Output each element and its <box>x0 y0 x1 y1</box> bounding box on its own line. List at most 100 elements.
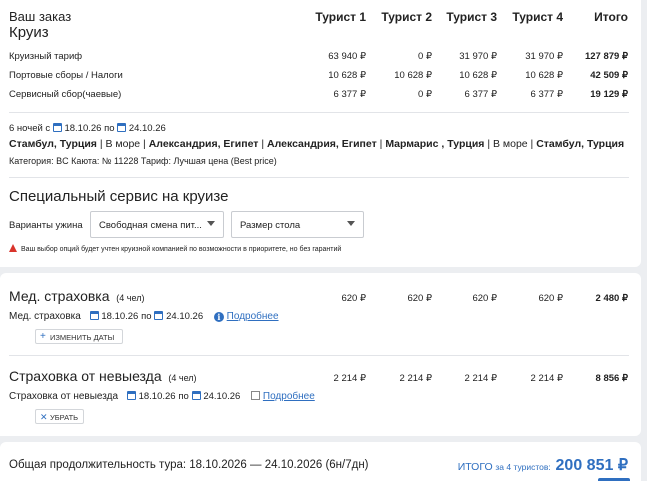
grand-total: ИТОГО за 4 туристов: 200 851 ₽ <box>458 455 628 475</box>
date-from: 18.10.26 <box>138 391 176 402</box>
title-text: Мед. страховка <box>9 288 110 304</box>
by-text: по <box>104 123 115 134</box>
cell: 2 214 ₽ <box>464 373 497 384</box>
dinner-select[interactable]: Свободная смена пит... <box>90 211 224 238</box>
divider <box>9 355 629 356</box>
cell-total: 127 879 ₽ <box>584 51 628 62</box>
chevron-down-icon <box>347 221 355 226</box>
info-icon: i <box>213 312 224 322</box>
total-card: Общая продолжительность тура: 18.10.2026… <box>0 442 641 481</box>
port: Александрия, Египет <box>267 138 377 150</box>
port: Александрия, Египет <box>148 138 259 150</box>
cell: 63 940 ₽ <box>328 51 366 62</box>
row-label: Сервисный сбор(чаевые) <box>9 89 122 100</box>
warning-note: Ваш выбор опций будет учтен круизной ком… <box>9 244 341 253</box>
med-insurance-title: Мед. страховка (4 чел) <box>9 288 144 304</box>
dinner-select-value: Свободная смена пит... <box>99 220 202 231</box>
dinner-label: Варианты ужина <box>9 220 83 231</box>
details-link[interactable]: Подробнее <box>227 311 279 322</box>
button-label: УБРАТЬ <box>50 413 79 422</box>
col-tourist-2: Турист 2 <box>381 10 432 24</box>
cell-total: 19 129 ₽ <box>590 89 628 100</box>
cell: 620 ₽ <box>341 293 366 304</box>
service-title: Специальный сервис на круизе <box>9 188 229 205</box>
col-total: Итого <box>594 10 628 24</box>
cell: 2 214 ₽ <box>399 373 432 384</box>
cruise-dates: 6 ночей с 18.10.26 по 24.10.26 <box>9 123 166 134</box>
cell: 0 ₽ <box>418 51 432 62</box>
change-dates-button[interactable]: + ИЗМЕНИТЬ ДАТЫ <box>35 329 123 344</box>
cell: 620 ₽ <box>407 293 432 304</box>
port: Стамбул, Турция <box>9 138 97 150</box>
cell: 6 377 ₽ <box>333 89 366 100</box>
tour-duration: Общая продолжительность тура: 18.10.2026… <box>9 459 369 471</box>
col-tourist-3: Турист 3 <box>446 10 497 24</box>
divider <box>9 177 629 178</box>
details-link[interactable]: Подробнее <box>263 391 315 402</box>
remove-button[interactable]: ✕ УБРАТЬ <box>35 409 84 424</box>
cancel-insurance-title: Страховка от невыезда (4 чел) <box>9 368 197 384</box>
cell: 31 970 ₽ <box>525 51 563 62</box>
warning-text: Ваш выбор опций будет учтен круизной ком… <box>21 246 342 253</box>
calendar-icon <box>89 311 99 320</box>
date-to: 24.10.26 <box>166 311 204 322</box>
route-sep: | В море | <box>484 138 537 150</box>
cancel-insurance-details: Страховка от невыезда 18.10.26 по 24.10.… <box>9 391 315 402</box>
route-sep: | В море | <box>96 138 149 150</box>
total-for: за 4 туристов: <box>495 462 551 472</box>
calendar-icon <box>126 391 136 400</box>
count-text: (4 чел) <box>168 373 197 383</box>
cell: 2 214 ₽ <box>530 373 563 384</box>
title-text: Страховка от невыезда <box>9 368 162 384</box>
cell: 6 377 ₽ <box>530 89 563 100</box>
cell: 620 ₽ <box>538 293 563 304</box>
checkbox-icon[interactable] <box>251 391 261 400</box>
cell: 10 628 ₽ <box>394 70 432 81</box>
date-to: 24.10.26 <box>203 391 241 402</box>
col-tourist-4: Турист 4 <box>512 10 563 24</box>
cell: 620 ₽ <box>472 293 497 304</box>
cell: 10 628 ₽ <box>328 70 366 81</box>
cell: 31 970 ₽ <box>459 51 497 62</box>
order-title: Ваш заказ <box>9 9 72 24</box>
table-size-select[interactable]: Размер стола <box>231 211 364 238</box>
table-size-value: Размер стола <box>240 220 301 231</box>
total-value: 200 851 ₽ <box>555 457 628 474</box>
cell: 10 628 ₽ <box>525 70 563 81</box>
plus-icon: + <box>40 331 46 342</box>
button-label: ИЗМЕНИТЬ ДАТЫ <box>50 333 115 342</box>
port: Стамбул, Турция <box>536 138 625 150</box>
chevron-down-icon <box>207 221 215 226</box>
insurance-card: Мед. страховка (4 чел) 620 ₽ 620 ₽ 620 ₽… <box>0 273 641 436</box>
row-label: Круизный тариф <box>9 51 83 62</box>
route-sep: | <box>258 138 268 150</box>
order-card: Ваш заказ Круиз Турист 1 Турист 2 Турист… <box>0 0 641 267</box>
cruise-route: Стамбул, Турция | В море | Александрия, … <box>9 138 624 150</box>
sub-label: Страховка от невыезда <box>9 391 119 402</box>
cell: 10 628 ₽ <box>459 70 497 81</box>
calendar-icon <box>191 391 201 400</box>
order-subtitle: Круиз <box>9 24 49 41</box>
sub-label: Мед. страховка <box>9 311 81 322</box>
row-label: Портовые сборы / Налоги <box>9 70 123 81</box>
calendar-icon <box>154 311 164 320</box>
count-text: (4 чел) <box>116 293 145 303</box>
cabin-info: Категория: BC Каюта: № 11228 Тариф: Лучш… <box>9 156 277 166</box>
nights-text: 6 ночей с <box>9 123 51 134</box>
calendar-icon <box>117 123 127 132</box>
date-to: 24.10.26 <box>128 123 166 134</box>
cell: 2 214 ₽ <box>333 373 366 384</box>
cell-total: 2 480 ₽ <box>595 293 628 304</box>
total-label: ИТОГО <box>457 461 493 473</box>
close-icon: ✕ <box>40 412 48 422</box>
date-from: 18.10.26 <box>64 123 102 134</box>
col-tourist-1: Турист 1 <box>315 10 366 24</box>
cell-total: 8 856 ₽ <box>595 373 628 384</box>
cell-total: 42 509 ₽ <box>590 70 628 81</box>
by-text: по <box>178 391 189 402</box>
date-from: 18.10.26 <box>101 311 139 322</box>
med-insurance-details: Мед. страховка 18.10.26 по 24.10.26 i По… <box>9 311 279 322</box>
port: Мармарис , Турция <box>385 138 485 150</box>
calendar-icon <box>52 123 62 132</box>
warning-icon <box>9 244 17 252</box>
